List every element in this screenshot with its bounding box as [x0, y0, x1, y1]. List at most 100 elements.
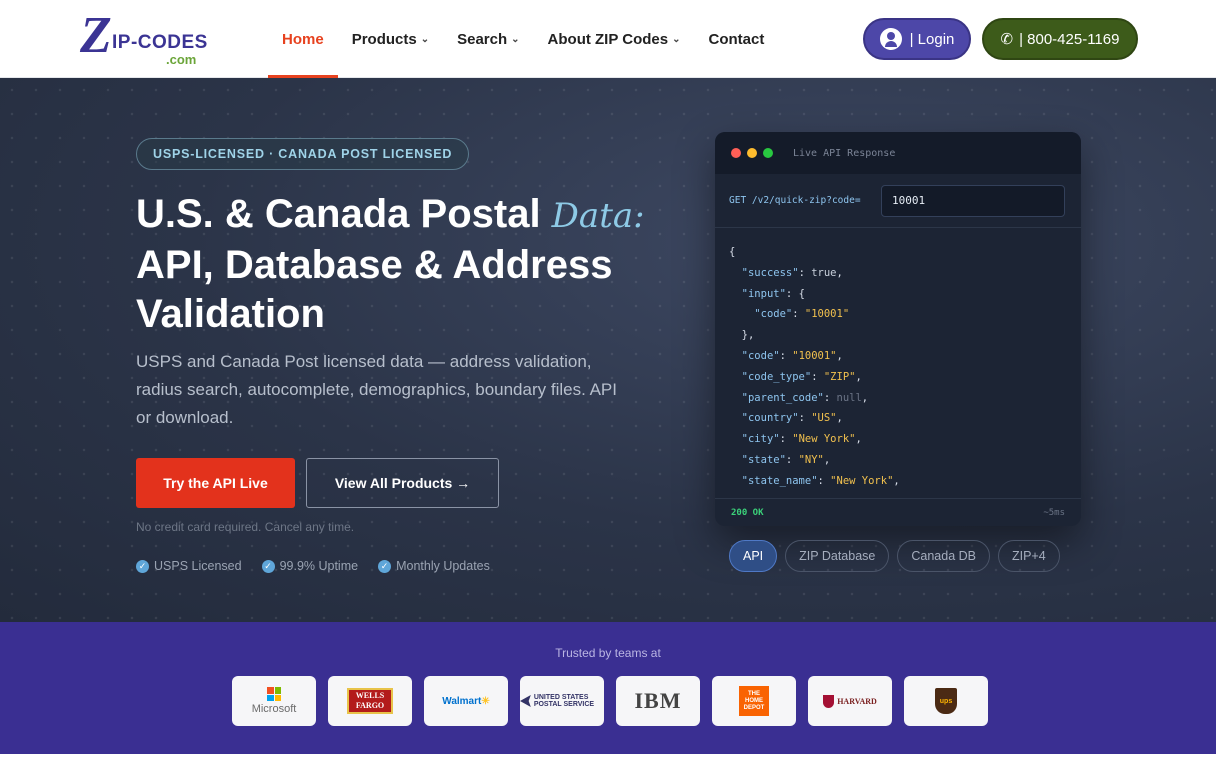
tab-zip4[interactable]: ZIP+4	[997, 540, 1060, 572]
json-line: "parent_code": null,	[741, 391, 869, 404]
json-line: "country": "US",	[741, 412, 843, 425]
license-badge: USPS-LICENSED · CANADA POST LICENSED	[136, 138, 470, 170]
harvard-label: HARVARD	[837, 696, 877, 706]
maximize-dot-icon	[763, 148, 773, 158]
menu-about-label: About ZIP Codes	[547, 30, 669, 48]
hero-section: USPS-LICENSED · CANADA POST LICENSED U.S…	[0, 78, 1216, 622]
tab-zip-database[interactable]: ZIP Database	[785, 540, 890, 572]
status-ok: 200 OK	[731, 507, 764, 518]
tab-canada-db[interactable]: Canada DB	[897, 540, 990, 572]
json-response: { "success": true, "input": { "code": "1…	[715, 228, 1081, 498]
json-line: },	[729, 329, 755, 342]
user-icon	[879, 28, 902, 50]
json-line: "code": "10001",	[741, 349, 843, 362]
login-label: | Login	[909, 30, 955, 48]
try-api-button[interactable]: Try the API Live	[136, 458, 295, 508]
ups-label: ups	[935, 688, 957, 714]
check-uptime: ✓ 99.9% Uptime	[261, 559, 359, 573]
microsoft-squares-icon	[267, 687, 281, 701]
menu-contact[interactable]: Contact	[694, 0, 778, 78]
walmart-label: Walmart✳	[442, 695, 490, 707]
no-credit-card-note: No credit card required. Cancel any time…	[136, 520, 355, 534]
minimize-dot-icon	[747, 148, 757, 158]
hero-title-line1: U.S. & Canada Postal	[136, 192, 552, 236]
feature-checks: ✓ USPS Licensed ✓ 99.9% Uptime ✓ Monthly Up…	[136, 559, 490, 573]
check-icon: ✓	[136, 559, 149, 573]
logo-com: .com	[166, 52, 197, 67]
check-icon: ✓	[261, 559, 275, 573]
zip-code-input[interactable]	[881, 184, 1065, 217]
wells-fargo-label: WELLS FARGO	[347, 688, 393, 714]
usps-mark: UNITED STATES POSTAL SERVICE	[520, 694, 604, 708]
view-products-button[interactable]: View All Products →	[306, 458, 499, 508]
phone-button[interactable]: ✆ | 800-425-1169	[982, 18, 1138, 60]
top-nav: Z IP-CODES .com Home Products ⌄ Search ⌄ A…	[0, 0, 1216, 78]
home-depot-logo: THE HOME DEPOT	[712, 676, 796, 726]
harvard-shield-icon	[823, 694, 835, 708]
card-title: Live API Response	[793, 147, 896, 159]
main-menu: Home Products ⌄ Search ⌄ About ZIP Codes ⌄ …	[268, 0, 778, 78]
check-icon: ✓	[378, 559, 392, 573]
usps-logo: UNITED STATES POSTAL SERVICE	[520, 676, 604, 726]
ibm-logo: IBM	[616, 676, 700, 726]
usps-label: UNITED STATES POSTAL SERVICE	[533, 694, 595, 708]
json-line: {	[729, 246, 736, 258]
menu-contact-label: Contact	[708, 30, 765, 48]
json-line: "state": "NY",	[741, 453, 831, 466]
request-label: GET /v2/quick-zip?code=	[729, 195, 861, 206]
ibm-label: IBM	[634, 688, 682, 713]
menu-products[interactable]: Products ⌄	[338, 0, 443, 78]
menu-home[interactable]: Home	[268, 0, 338, 78]
json-line: "success": true,	[741, 266, 843, 279]
client-logos: Microsoft WELLS FARGO Walmart✳ UNITED ST…	[232, 676, 988, 726]
walmart-logo: Walmart✳	[424, 676, 508, 726]
close-dot-icon	[731, 148, 741, 158]
menu-search[interactable]: Search ⌄	[443, 0, 533, 78]
home-depot-label: THE HOME DEPOT	[739, 686, 769, 716]
api-response-card: Live API Response GET /v2/quick-zip?code…	[715, 132, 1081, 526]
hero-title-script: Data:	[551, 196, 645, 236]
json-line: "code_type": "ZIP",	[741, 370, 862, 383]
menu-home-label: Home	[282, 30, 324, 48]
check-usps: ✓ USPS Licensed	[136, 559, 242, 573]
trusted-section: Trusted by teams at Microsoft WELLS FARG…	[0, 622, 1216, 754]
menu-about[interactable]: About ZIP Codes ⌄	[534, 0, 695, 78]
menu-search-label: Search	[457, 30, 508, 48]
json-line: "code": "10001"	[754, 308, 850, 321]
json-line: "input": {	[741, 287, 805, 300]
trusted-title: Trusted by teams at	[555, 646, 661, 660]
check-updates: ✓ Monthly Updates	[378, 559, 490, 573]
wells-fargo-logo: WELLS FARGO	[328, 676, 412, 726]
login-button[interactable]: | Login	[863, 18, 971, 60]
check-label: 99.9% Uptime	[279, 559, 359, 573]
card-footer: 200 OK ~5ms	[715, 498, 1081, 526]
walmart-spark-icon: ✳	[481, 695, 490, 707]
tab-api[interactable]: API	[729, 540, 778, 572]
hero-title: U.S. & Canada Postal Data: API, Database…	[136, 190, 696, 339]
microsoft-label: Microsoft	[251, 703, 297, 715]
ups-logo: ups	[904, 676, 988, 726]
harvard-mark: HARVARD	[823, 694, 877, 708]
check-label: USPS Licensed	[154, 559, 242, 573]
microsoft-logo: Microsoft	[232, 676, 316, 726]
json-line: "city": "New York",	[741, 433, 862, 446]
harvard-logo: HARVARD	[808, 676, 892, 726]
usps-eagle-icon	[520, 695, 531, 707]
check-label: Monthly Updates	[396, 559, 490, 573]
chevron-down-icon: ⌄	[420, 33, 430, 45]
chevron-down-icon: ⌄	[511, 33, 520, 45]
phone-label: | 800-425-1169	[1019, 30, 1120, 48]
chevron-down-icon: ⌄	[672, 33, 681, 45]
hero-subtitle: USPS and Canada Post licensed data — add…	[136, 352, 617, 427]
json-line: "state_name": "New York",	[741, 474, 900, 487]
logo-z: Z	[80, 7, 112, 64]
latency: ~5ms	[1043, 507, 1065, 518]
site-logo[interactable]: Z IP-CODES .com	[80, 10, 210, 68]
menu-products-label: Products	[351, 30, 417, 48]
api-tabs: API ZIP Database Canada DB ZIP+4	[729, 540, 1060, 572]
hero-title-line2: API, Database & Address Validation	[136, 243, 613, 336]
card-titlebar: Live API Response	[715, 132, 1081, 174]
api-request-row: GET /v2/quick-zip?code=	[715, 174, 1081, 228]
phone-icon: ✆	[1000, 31, 1014, 48]
logo-text: IP-CODES	[112, 32, 208, 53]
